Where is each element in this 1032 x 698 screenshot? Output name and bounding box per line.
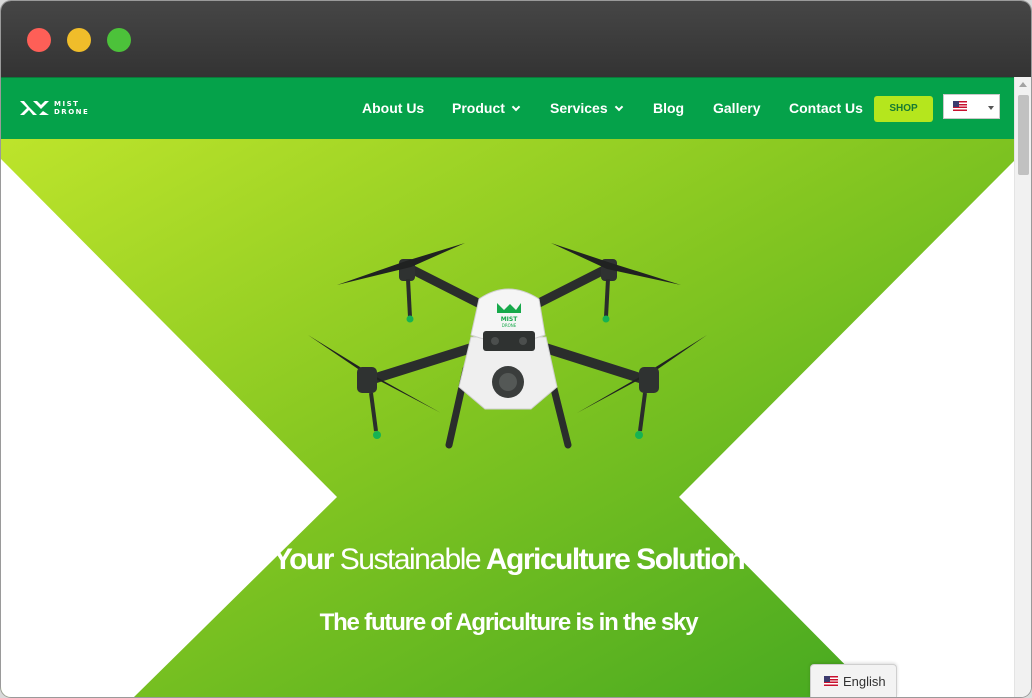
hero-title-part1: Your — [272, 543, 335, 576]
agriculture-drone-image: MIST DRONE — [308, 243, 707, 449]
drone-badge-subtext: DRONE — [502, 323, 517, 328]
nav-gallery[interactable]: Gallery — [713, 100, 760, 116]
nav-about-us[interactable]: About Us — [362, 100, 424, 116]
maximize-window-button[interactable] — [107, 28, 131, 52]
shop-button[interactable]: SHOP — [874, 96, 933, 122]
nav-services[interactable]: Services — [550, 100, 623, 116]
language-select[interactable] — [943, 94, 1000, 119]
hero-subtitle: The future of Agriculture is in the sky — [319, 609, 699, 636]
main-navbar: MIST DRONE About Us Product Services Blo… — [1, 77, 1014, 139]
nav-services-label: Services — [550, 100, 608, 116]
us-flag-icon — [824, 676, 838, 686]
nav-blog[interactable]: Blog — [653, 100, 684, 116]
hero-section: MIST DRONE Your Sustainable Agriculture … — [1, 139, 1014, 697]
close-window-button[interactable] — [27, 28, 51, 52]
hero-title: Your Sustainable Agriculture Solution — [121, 543, 896, 577]
logo-text-line1: MIST — [54, 100, 80, 108]
browser-window: MIST DRONE About Us Product Services Blo… — [1, 1, 1031, 697]
hero-title-part3: Agriculture Solution — [485, 543, 746, 576]
site-logo[interactable]: MIST DRONE — [19, 99, 93, 119]
chevron-down-icon — [614, 102, 623, 112]
hero-title-part2: Sustainable — [339, 543, 482, 576]
nav-product[interactable]: Product — [452, 100, 521, 116]
page-viewport: MIST DRONE About Us Product Services Blo… — [1, 77, 1014, 697]
drone-badge-text: MIST — [501, 316, 519, 323]
language-switcher-button[interactable]: English — [810, 664, 897, 697]
logo-text-line2: DRONE — [54, 108, 90, 116]
nav-product-label: Product — [452, 100, 505, 116]
mist-drone-logo-icon — [20, 101, 49, 115]
minimize-window-button[interactable] — [67, 28, 91, 52]
caret-down-icon — [988, 106, 994, 110]
window-titlebar — [1, 1, 1031, 77]
chevron-down-icon — [511, 102, 521, 112]
nav-contact-us[interactable]: Contact Us — [789, 100, 863, 116]
us-flag-icon — [953, 101, 967, 111]
language-switcher-label: English — [843, 674, 886, 689]
scrollbar-thumb[interactable] — [1018, 95, 1029, 175]
vertical-scrollbar[interactable] — [1014, 77, 1031, 697]
scroll-up-arrow-icon[interactable] — [1019, 82, 1027, 87]
